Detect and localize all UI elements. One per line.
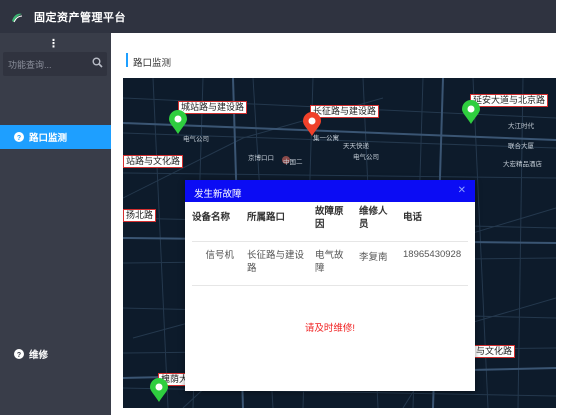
sidebar-item-intersection-monitor[interactable]: ? 路口监测	[0, 125, 111, 149]
table-cell: 信号机	[205, 250, 234, 261]
search-icon[interactable]	[92, 57, 103, 71]
column-header: 故障原因	[315, 206, 344, 230]
close-icon[interactable]: ✕	[458, 185, 466, 196]
info-icon: ?	[14, 132, 24, 142]
green-marker-icon[interactable]	[169, 110, 187, 134]
table-cell: 电气故障	[315, 250, 344, 274]
road-label: 延安大道与北京路	[470, 94, 549, 107]
column-header: 设备名称	[192, 212, 231, 223]
table-cell: 长征路与建设路	[247, 250, 305, 274]
poi-label: 天天快递	[343, 143, 369, 150]
poi-label: 联合大厦	[508, 143, 534, 150]
dialog-header: 发生新故障 ✕	[185, 180, 475, 202]
column-header: 维修人员	[359, 206, 388, 230]
poi-label: 电气公司	[353, 154, 379, 161]
info-icon: ?	[14, 349, 24, 359]
column-header: 所属路口	[247, 212, 286, 223]
road-label: 与文化路	[473, 345, 516, 358]
breadcrumb-accent	[126, 53, 128, 67]
road-label: 城站路与建设路	[178, 101, 248, 114]
fault-alert-dialog: 发生新故障 ✕ 设备名称 所属路口 故障原因 维修人员 电话 信号机 长征路与建…	[185, 180, 475, 391]
logo-icon	[10, 10, 24, 24]
poi-label: 中国二	[283, 159, 303, 166]
sidebar-item-repair[interactable]: ? 维修	[0, 342, 111, 366]
poi-label: 大江时代	[508, 123, 534, 130]
table-cell: 李复南	[359, 252, 388, 263]
divider	[192, 285, 468, 286]
breadcrumb-label: 路口监测	[133, 58, 172, 69]
table-cell: 18965430928	[403, 249, 462, 260]
road-label: 扬北路	[123, 209, 157, 222]
road-label: 站路与文化路	[123, 155, 184, 168]
red-marker-icon[interactable]	[303, 112, 321, 136]
column-header: 电话	[403, 212, 423, 223]
svg-text:?: ?	[17, 135, 21, 142]
top-bar: 固定资产管理平台	[0, 0, 556, 33]
app-title: 固定资产管理平台	[34, 11, 126, 24]
sidebar: ⋮ 功能查询... ? 路口监测 ? 维修	[0, 33, 111, 415]
poi-label: 电气公司	[183, 136, 209, 143]
green-marker-icon[interactable]	[150, 378, 168, 402]
search-input[interactable]: 功能查询...	[3, 52, 107, 76]
svg-text:?: ?	[17, 352, 21, 359]
sidebar-item-label: 维修	[29, 350, 49, 361]
breadcrumb: 路口监测	[111, 44, 556, 76]
green-marker-icon[interactable]	[462, 100, 480, 124]
dialog-title: 发生新故障	[194, 189, 242, 200]
sidebar-item-label: 路口监测	[29, 133, 68, 144]
poi-label: 大宏精品酒店	[503, 161, 542, 168]
divider	[192, 241, 468, 242]
poi-label: 京博口口	[248, 155, 274, 162]
warning-message: 请及时维修!	[304, 323, 356, 334]
menu-toggle-icon[interactable]: ⋮	[48, 37, 59, 50]
search-placeholder: 功能查询...	[8, 60, 52, 70]
